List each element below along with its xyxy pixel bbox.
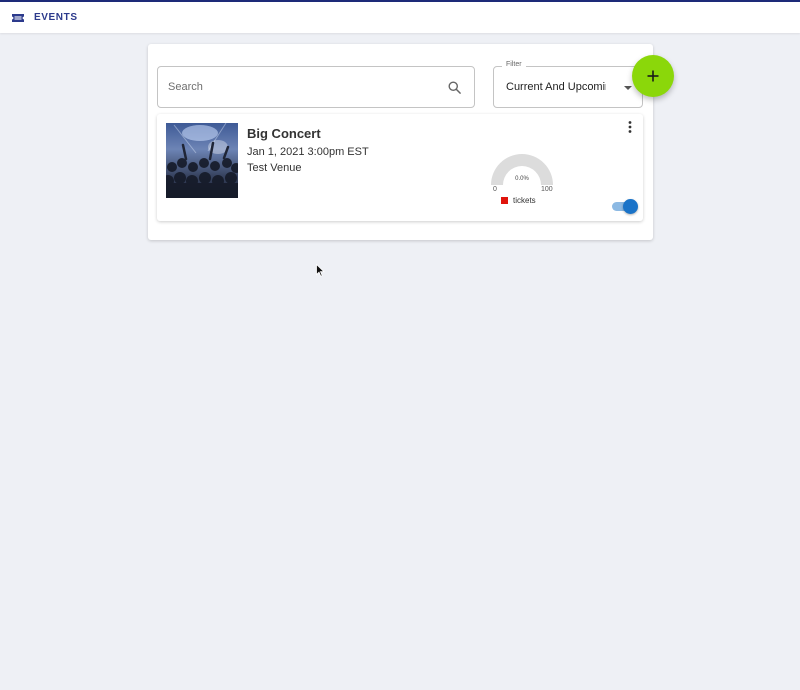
gauge-percent: 0.0% (515, 176, 529, 182)
event-venue: Test Venue (247, 162, 302, 174)
filter-label: Filter (502, 61, 526, 68)
nav-events-label: EVENTS (34, 12, 78, 23)
legend-swatch (501, 197, 508, 204)
chevron-down-icon[interactable] (624, 86, 632, 90)
ticket-icon (12, 13, 24, 22)
plus-icon (647, 70, 659, 82)
add-event-button[interactable] (632, 55, 674, 97)
more-vert-icon[interactable] (625, 120, 635, 134)
gauge-min: 0 (493, 186, 497, 193)
toggle-thumb[interactable] (623, 199, 638, 214)
filter-selected-value: Current And Upcoming (506, 81, 606, 93)
ticket-sales-gauge: 0.0% 0 100 (485, 147, 559, 193)
concert-crowd-photo (166, 123, 238, 198)
legend-label: tickets (513, 196, 536, 205)
search-input[interactable] (168, 67, 438, 107)
search-field[interactable] (157, 66, 475, 108)
event-card[interactable]: Big Concert Jan 1, 2021 3:00pm EST Test … (157, 114, 643, 221)
nav-events-link[interactable]: EVENTS (11, 12, 78, 23)
search-icon[interactable] (447, 80, 462, 95)
gauge-legend: tickets (501, 196, 536, 205)
mouse-cursor-icon (316, 264, 325, 277)
top-nav-bar: EVENTS (0, 0, 800, 33)
gauge-max: 100 (541, 186, 553, 193)
filter-select[interactable]: Filter Current And Upcoming (493, 61, 643, 108)
event-active-toggle[interactable] (610, 198, 638, 214)
events-panel: Filter Current And Upcoming (148, 44, 674, 240)
event-date: Jan 1, 2021 3:00pm EST (247, 146, 369, 158)
event-title[interactable]: Big Concert (247, 126, 321, 141)
